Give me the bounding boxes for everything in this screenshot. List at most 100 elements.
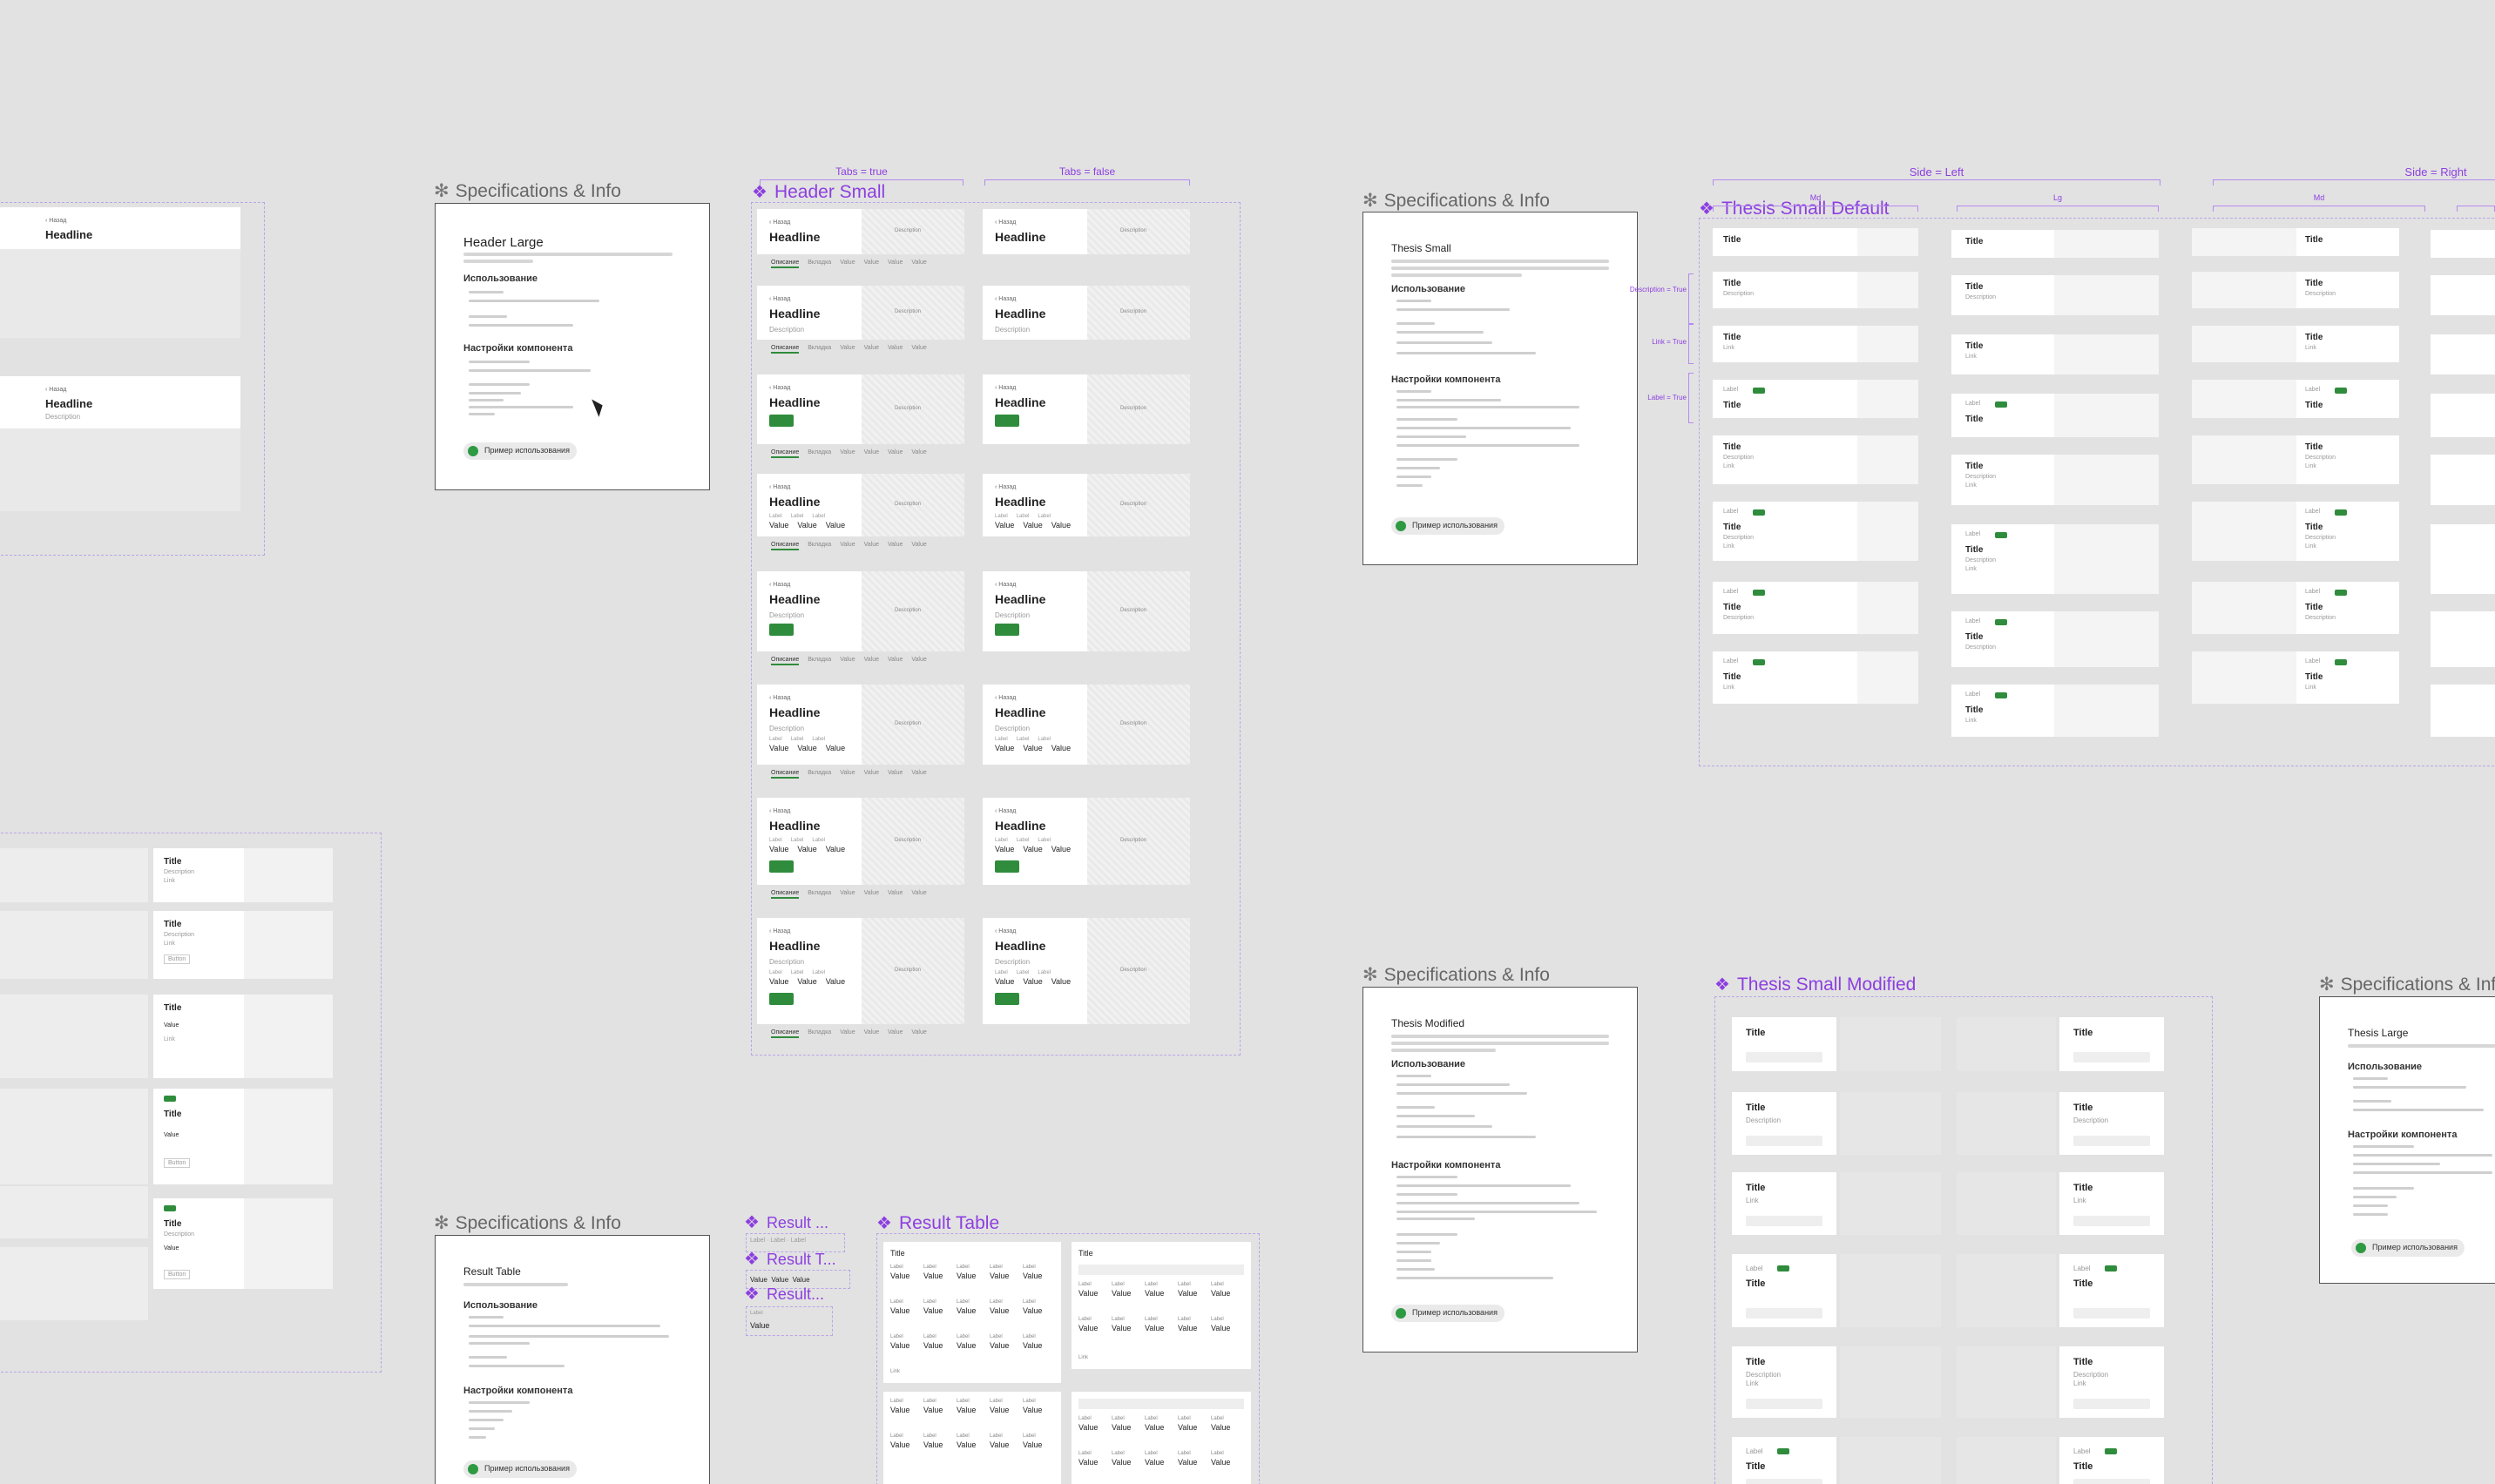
card-link[interactable]: Link — [1078, 1355, 1088, 1360]
tab-item[interactable]: Описание — [771, 657, 800, 665]
tab-item[interactable]: Value — [864, 1029, 879, 1038]
thesis-modified-card[interactable]: Title Description — [1732, 1092, 1836, 1155]
tab-item[interactable]: Value — [888, 770, 903, 779]
tab-item[interactable]: Описание — [771, 542, 800, 550]
result-component-3[interactable]: Label Value — [746, 1306, 833, 1336]
back-link[interactable]: ‹ Назад — [769, 808, 790, 814]
thesis-small-card[interactable]: Title Link — [1713, 326, 1918, 362]
tab-item[interactable]: Value — [911, 260, 926, 268]
thesis-card[interactable] — [0, 911, 148, 979]
tab-item[interactable]: Описание — [771, 345, 800, 354]
tab-bar[interactable]: Описание Вкладка Value Value Value Value — [771, 657, 927, 665]
tab-item[interactable]: Value — [840, 260, 855, 268]
tab-bar[interactable]: Описание Вкладка Value Value Value Value — [771, 260, 927, 268]
tab-item[interactable]: Value — [911, 542, 926, 550]
header-small-card[interactable]: ‹ Назад Headline Description — [757, 374, 964, 444]
thesis-small-card[interactable]: Title — [2431, 230, 2495, 258]
card-link[interactable]: Link — [2073, 1379, 2086, 1387]
thesis-small-card[interactable]: Title — [2192, 228, 2399, 256]
card-link[interactable]: Link — [1723, 685, 1734, 691]
back-link[interactable]: ‹ Назад — [995, 385, 1016, 391]
thesis-small-card[interactable]: Title Description Link — [1951, 455, 2159, 505]
tab-item[interactable]: Value — [888, 345, 903, 354]
thesis-small-card[interactable]: Label Title Link — [1713, 651, 1918, 704]
spec-frame-thesis-small[interactable]: Thesis Small Использование Настройки ком… — [1362, 212, 1638, 565]
thesis-modified-card[interactable]: Title Link — [1732, 1172, 1836, 1235]
header-small-card[interactable]: ‹ Назад Headline Description Label Label Labe… — [757, 918, 964, 1024]
back-link[interactable]: ‹ Назад — [769, 219, 790, 226]
header-small-card[interactable]: ‹ Назад Headline Label Label Label Value Value… — [757, 798, 964, 885]
tab-item[interactable]: Value — [864, 770, 879, 779]
tab-item[interactable]: Value — [840, 657, 855, 665]
header-small-card[interactable]: ‹ Назад Headline Description Description — [983, 286, 1190, 340]
thesis-modified-card[interactable]: Title Description Link — [1732, 1346, 1836, 1418]
tab-item[interactable]: Value — [864, 890, 879, 899]
thesis-modified-card[interactable]: Title Link — [2059, 1172, 2164, 1235]
component-label-result-1[interactable]: ❖ Result ... — [744, 1214, 828, 1231]
header-small-card[interactable]: ‹ Назад Headline Label Label Label Value Value… — [983, 798, 1190, 885]
card-link[interactable]: Link — [1723, 345, 1734, 351]
result-table-card[interactable]: Title Label Label Label Label Label Value Value… — [1072, 1242, 1251, 1369]
tab-item[interactable]: Вкладка — [808, 345, 831, 354]
thesis-small-card[interactable]: LabelTitleDescriptionLink — [2431, 524, 2495, 594]
example-link[interactable]: Пример использования — [463, 442, 577, 460]
thesis-small-card[interactable]: LabelTitleDescription — [1713, 582, 1918, 634]
back-link[interactable]: ‹ Назад — [995, 219, 1016, 226]
thesis-small-card[interactable]: Label Title Link — [1951, 685, 2159, 737]
tab-item[interactable]: Вкладка — [808, 542, 831, 550]
thesis-small-card[interactable]: LabelTitleDescription — [1951, 611, 2159, 667]
tab-item[interactable]: Value — [864, 345, 879, 354]
thesis-card[interactable] — [0, 1089, 148, 1184]
thesis-small-card[interactable]: Title Description Link — [1713, 435, 1918, 484]
thesis-small-card[interactable]: LabelTitle — [2431, 394, 2495, 437]
tab-item[interactable]: Вкладка — [808, 1029, 831, 1038]
thesis-card[interactable]: Title Description Link Button — [153, 911, 244, 979]
example-link[interactable]: Пример использования — [2351, 1239, 2465, 1257]
back-link[interactable]: ‹ Назад — [769, 928, 790, 934]
back-link[interactable]: ‹ Назад — [995, 928, 1016, 934]
thesis-small-card[interactable]: Title Link — [1951, 334, 2159, 374]
card-link[interactable]: Link — [890, 1369, 900, 1374]
card-button[interactable] — [769, 415, 794, 427]
back-link[interactable]: ‹ Назад — [995, 296, 1016, 302]
thesis-modified-card[interactable]: Title Description Link — [2059, 1346, 2164, 1418]
card-button[interactable] — [769, 993, 794, 1005]
tab-item[interactable]: Вкладка — [808, 890, 831, 899]
example-link[interactable]: Пример использования — [463, 1460, 577, 1478]
header-small-card[interactable]: ‹ Назад Headline Description Label Label Labe… — [983, 685, 1190, 765]
header-small-card[interactable]: ‹ Назад Headline Label Label Label Value Value… — [983, 474, 1190, 536]
header-small-card[interactable]: ‹ Назад Headline Description Label Label Labe… — [983, 918, 1190, 1024]
thesis-small-card[interactable]: Title Description — [1951, 275, 2159, 315]
tab-item[interactable]: Описание — [771, 1029, 800, 1038]
card-link[interactable]: Link — [1723, 543, 1734, 550]
thesis-small-card[interactable]: Title Description — [1713, 272, 1918, 308]
thesis-small-card[interactable]: LabelTitleDescriptionLink — [1713, 502, 1918, 561]
tab-item[interactable]: Value — [888, 890, 903, 899]
spec-frame-label[interactable]: ✻ Specifications & Info — [2319, 975, 2495, 994]
spec-frame-label[interactable]: ✻ Specifications & Info — [1362, 966, 1550, 984]
card-link[interactable]: Link — [2305, 543, 2316, 550]
tab-item[interactable]: Value — [888, 449, 903, 458]
tab-item[interactable]: Value — [840, 1029, 855, 1038]
tab-item[interactable]: Вкладка — [808, 260, 831, 268]
card-link[interactable]: Link — [2073, 1197, 2086, 1204]
tab-item[interactable]: Value — [864, 260, 879, 268]
result-component-1[interactable]: Label · Label · Label — [746, 1233, 845, 1252]
thesis-small-card[interactable]: Title — [1951, 230, 2159, 258]
card-link[interactable]: Link — [1965, 482, 1977, 489]
thesis-card[interactable] — [0, 995, 148, 1078]
spec-frame-thesis-large[interactable]: Thesis Large Использование Настройки ком… — [2319, 996, 2495, 1284]
example-link[interactable]: Пример использования — [1391, 1305, 1504, 1322]
component-set-label[interactable]: ❖ Header Small — [752, 183, 885, 201]
thesis-small-card[interactable]: LabelTitleDescription — [2431, 611, 2495, 667]
header-small-card[interactable]: ‹ Назад Headline Description Label Label Labe… — [757, 685, 964, 765]
spec-frame-header-large[interactable]: Header Large Использование Настройки ком… — [435, 203, 710, 490]
thesis-small-card[interactable]: Title Link — [2192, 326, 2399, 362]
tab-item[interactable]: Описание — [771, 890, 800, 899]
tab-bar[interactable]: Описание Вкладка Value Value Value Value — [771, 1029, 927, 1038]
thesis-modified-card[interactable]: Label Title — [2059, 1254, 2164, 1327]
card-link[interactable]: Link — [1965, 718, 1977, 724]
tab-item[interactable]: Value — [888, 542, 903, 550]
header-small-card[interactable]: ‹ Назад Headline Label Label Label Value Value… — [757, 474, 964, 536]
tab-item[interactable]: Value — [840, 449, 855, 458]
